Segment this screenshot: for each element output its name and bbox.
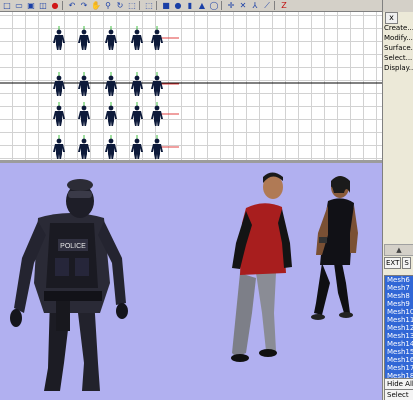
undo-icon[interactable]: ↶ [67,1,77,10]
mesh-list-item[interactable]: Mesh11 [385,316,413,324]
open-file-icon[interactable]: ▭ [14,1,24,10]
mesh-list-item[interactable]: Mesh12 [385,324,413,332]
s-button[interactable]: S [402,257,411,269]
mesh-list-item[interactable]: Mesh7 [385,284,413,292]
character-silhouette[interactable] [105,135,117,159]
menu-item-display[interactable]: Display... [384,63,413,73]
toolbar-separator [156,1,157,10]
character-silhouette[interactable] [151,102,179,126]
command-menu: Create... Modify... Surface... Select...… [384,23,413,73]
character-silhouette[interactable] [105,72,117,96]
bone-icon[interactable]: ⟋ [262,1,272,10]
character-silhouette[interactable] [78,26,90,50]
panel-header [383,0,413,12]
mesh-list-item[interactable]: Mesh9 [385,300,413,308]
character-silhouette[interactable] [78,72,90,96]
character-silhouette[interactable] [53,26,65,50]
mesh-list-item[interactable]: Mesh15 [385,348,413,356]
redo-icon[interactable]: ↷ [79,1,89,10]
red-sphere-icon[interactable]: ● [50,1,60,10]
sphere-icon[interactable]: ● [173,1,183,10]
select-icon[interactable]: ⬚ [144,1,154,10]
toolbar-separator [221,1,222,10]
police-label: POLICE [60,243,86,250]
character-silhouette[interactable] [131,26,143,50]
character-silhouette[interactable] [151,135,179,159]
menu-item-select[interactable]: Select... [384,53,413,63]
right-panel: x Create... Modify... Surface... Select.… [382,0,413,400]
menu-item-surface[interactable]: Surface... [384,43,413,53]
mesh-list-item[interactable]: Mesh17 [385,364,413,372]
top-viewport-scene [0,26,382,159]
character-silhouette[interactable] [105,102,117,126]
character-silhouette[interactable] [105,26,117,50]
box-icon[interactable]: ■ [161,1,171,10]
character-silhouette[interactable] [53,72,65,96]
character-silhouette[interactable] [131,135,143,159]
character-silhouette[interactable] [131,72,143,96]
character-silhouette[interactable] [78,135,90,159]
cylinder-icon[interactable]: ▮ [185,1,195,10]
cube-icon[interactable]: ◫ [38,1,48,10]
perspective-scene: POLICE [10,172,358,391]
black-outfit-character-model[interactable] [311,176,358,320]
new-file-icon[interactable]: □ [2,1,12,10]
menu-item-modify[interactable]: Modify... [384,33,413,43]
axis-icon[interactable]: ⅄ [250,1,260,10]
menu-item-create[interactable]: Create... [384,23,413,33]
scroll-up-arrow-icon[interactable]: ▲ [384,244,413,256]
select-all-button[interactable]: Select All [384,389,413,400]
mesh-list[interactable]: Mesh6 Mesh7 Mesh8 Mesh9 Mesh10 Mesh11 Mesh12 Me… [384,275,413,379]
character-silhouette[interactable] [53,135,65,159]
main-toolbar: □ ▭ ▣ ◫ ● ↶ ↷ ✋ ⚲ ↻ ⬚ ⬚ ■ ● ▮ ▲ ◯ ✛ ✕ ⅄ ⟋ Z [0,0,382,12]
character-silhouette[interactable] [151,72,179,96]
panel-button-row: EXT S [384,257,413,269]
character-silhouette[interactable] [53,102,65,126]
rotate-icon[interactable]: ↻ [115,1,125,10]
ext-button[interactable]: EXT [384,257,402,269]
zoom-region-icon[interactable]: ⬚ [127,1,137,10]
character-silhouette[interactable] [131,102,143,126]
swat-character-model[interactable]: POLICE [10,179,128,391]
cone-icon[interactable]: ▲ [197,1,207,10]
mesh-list-item[interactable]: Mesh13 [385,332,413,340]
scale-icon[interactable]: ✕ [238,1,248,10]
zoom-icon[interactable]: ⚲ [103,1,113,10]
mesh-list-item[interactable]: Mesh14 [385,340,413,348]
move-icon[interactable]: ✛ [226,1,236,10]
mesh-list-item[interactable]: Mesh6 [385,276,413,284]
z-icon[interactable]: Z [279,1,289,10]
perspective-viewport[interactable]: POLICE [0,163,382,400]
red-shirt-character-model[interactable] [231,172,292,363]
character-silhouette[interactable] [151,26,179,50]
mesh-list-item[interactable]: Mesh8 [385,292,413,300]
toolbar-separator [62,1,63,10]
torus-icon[interactable]: ◯ [209,1,219,10]
top-viewport[interactable] [0,12,382,160]
character-silhouette[interactable] [78,102,90,126]
mesh-list-item[interactable]: Mesh16 [385,356,413,364]
toolbar-separator [139,1,140,10]
hand-pan-icon[interactable]: ✋ [91,1,101,10]
save-icon[interactable]: ▣ [26,1,36,10]
toolbar-separator [274,1,275,10]
mesh-list-item[interactable]: Mesh10 [385,308,413,316]
